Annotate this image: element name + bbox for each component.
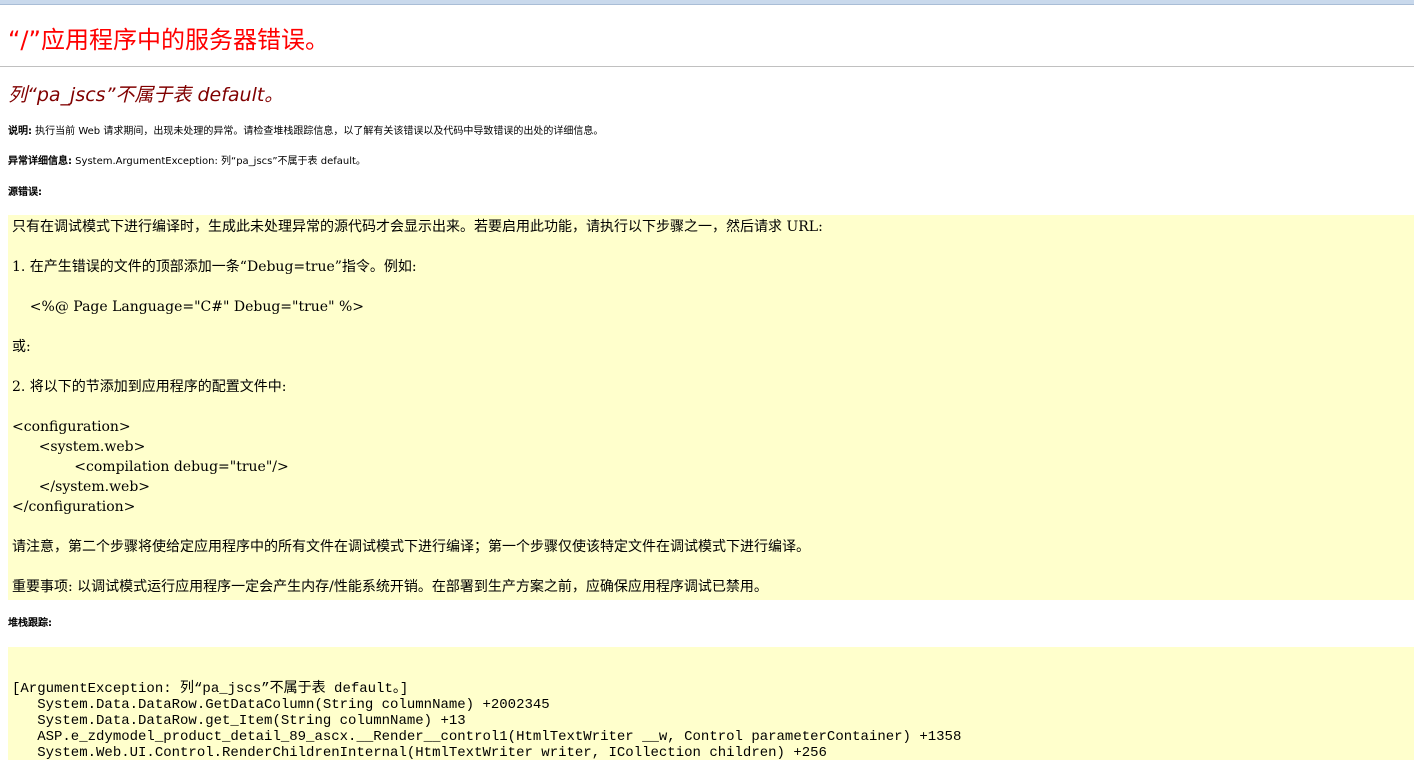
description-section: 说明: 执行当前 Web 请求期间，出现未处理的异常。请检查堆栈跟踪信息，以了解… [8, 125, 603, 139]
stack-trace-box: [ArgumentException: 列“pa_jscs”不属于表 defau… [8, 647, 1414, 760]
source-error-line: 只有在调试模式下进行编译时，生成此未处理异常的源代码才会显示出来。若要启用此功能… [12, 219, 823, 235]
stack-trace-line: System.Data.DataRow.GetDataColumn(String… [12, 697, 550, 713]
source-error-label: 源错误: [8, 187, 42, 198]
source-error-code: 只有在调试模式下进行编译时，生成此未处理异常的源代码才会显示出来。若要启用此功能… [12, 217, 823, 597]
source-error-box: 只有在调试模式下进行编译时，生成此未处理异常的源代码才会显示出来。若要启用此功能… [8, 215, 1414, 600]
error-subtitle: 列“pa_jscs”不属于表 default。 [8, 84, 284, 106]
exception-details-text: System.ArgumentException: 列“pa_jscs”不属于表… [72, 156, 366, 167]
stack-trace-heading: 堆栈跟踪: [8, 617, 52, 631]
page-title: “/”应用程序中的服务器错误。 [8, 26, 329, 54]
source-error-line: 请注意，第二个步骤将使给定应用程序中的所有文件在调试模式下进行编译；第一个步骤仅… [12, 539, 810, 555]
source-error-line: </system.web> [12, 479, 151, 495]
description-label: 说明: [8, 126, 32, 137]
source-error-line: <system.web> [12, 439, 146, 455]
stack-trace-line: [ArgumentException: 列“pa_jscs”不属于表 defau… [12, 681, 409, 697]
source-error-line: 2. 将以下的节添加到应用程序的配置文件中: [12, 379, 287, 395]
description-text: 执行当前 Web 请求期间，出现未处理的异常。请检查堆栈跟踪信息，以了解有关该错… [32, 126, 604, 137]
stack-trace-line: ASP.e_zdymodel_product_detail_89_ascx.__… [12, 729, 962, 745]
source-error-heading: 源错误: [8, 186, 42, 200]
error-page: “/”应用程序中的服务器错误。 列“pa_jscs”不属于表 default。 … [0, 5, 1414, 760]
source-error-line: </configuration> [12, 499, 136, 515]
source-error-line: 重要事项: 以调试模式运行应用程序一定会产生内存/性能系统开销。在部署到生产方案… [12, 579, 768, 595]
exception-details-label: 异常详细信息: [8, 156, 72, 167]
exception-details-section: 异常详细信息: System.ArgumentException: 列“pa_j… [8, 155, 366, 169]
source-error-line: <%@ Page Language="C#" Debug="true" %> [12, 299, 365, 315]
stack-trace-line: System.Data.DataRow.get_Item(String colu… [12, 713, 466, 729]
source-error-line: <configuration> [12, 419, 131, 435]
source-error-line: <compilation debug="true"/> [12, 459, 289, 475]
stack-trace-code: [ArgumentException: 列“pa_jscs”不属于表 defau… [12, 681, 961, 760]
source-error-line: 或: [12, 339, 31, 355]
source-error-line: 1. 在产生错误的文件的顶部添加一条“Debug=true”指令。例如: [12, 259, 417, 275]
title-divider [0, 66, 1414, 67]
stack-trace-line: System.Web.UI.Control.RenderChildrenInte… [12, 745, 827, 760]
stack-trace-label: 堆栈跟踪: [8, 618, 52, 629]
